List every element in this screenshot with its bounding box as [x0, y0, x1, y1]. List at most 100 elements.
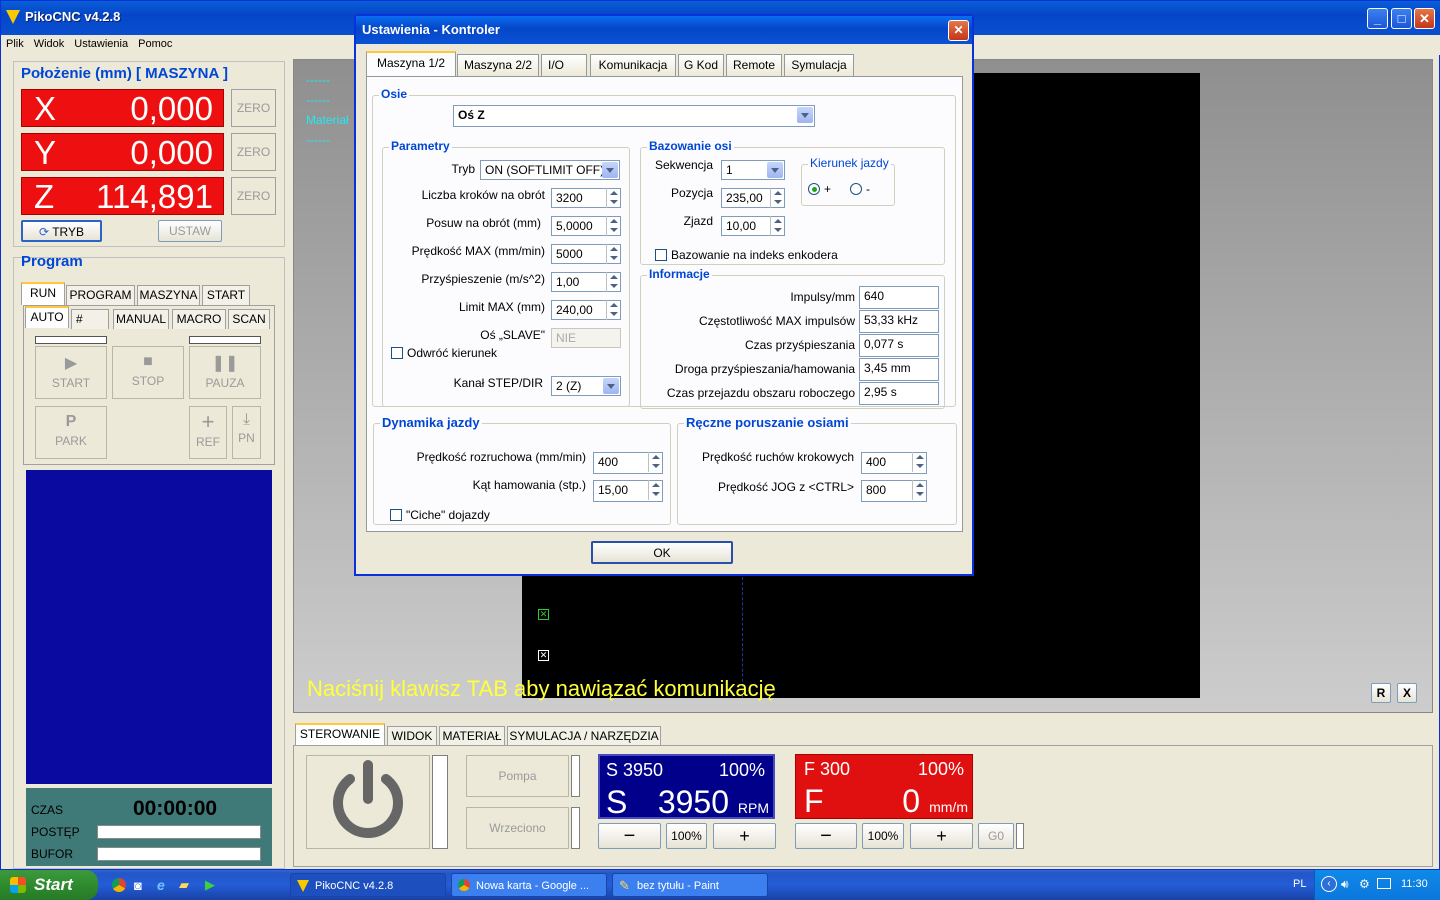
- subtab-hash[interactable]: #: [71, 309, 109, 329]
- ie-icon[interactable]: e: [157, 877, 165, 893]
- folder-icon[interactable]: ▰: [179, 877, 189, 893]
- start-speed-input[interactable]: 400: [593, 452, 663, 474]
- menu-pomoc[interactable]: Pomoc: [133, 35, 177, 53]
- close-button[interactable]: ✕: [1414, 8, 1435, 29]
- menu-widok[interactable]: Widok: [29, 35, 70, 53]
- dialog-close-button[interactable]: ✕: [948, 20, 969, 41]
- minimize-button[interactable]: _: [1367, 8, 1388, 29]
- channel-select[interactable]: 2 (Z): [551, 376, 621, 396]
- spindle-minus-button[interactable]: −: [598, 823, 661, 849]
- encoder-checkbox[interactable]: [655, 249, 667, 261]
- accel-input[interactable]: 1,00: [551, 272, 621, 292]
- subtab-auto[interactable]: AUTO: [25, 306, 69, 328]
- tray-expand-icon[interactable]: ‹: [1321, 876, 1337, 892]
- axis-select[interactable]: Oś Z: [453, 105, 815, 127]
- zero-z-button[interactable]: ZERO: [231, 177, 276, 215]
- ref-button[interactable]: + REF: [189, 406, 227, 459]
- tab-run[interactable]: RUN: [21, 282, 65, 305]
- spindle-100-button[interactable]: 100%: [666, 823, 707, 849]
- network-icon[interactable]: ⚙︎: [1359, 877, 1370, 891]
- pause-button[interactable]: ❚❚ PAUZA: [189, 346, 261, 399]
- ok-button[interactable]: OK: [591, 541, 733, 564]
- start-button[interactable]: Start: [0, 870, 98, 900]
- spin-arrows-icon[interactable]: [606, 272, 620, 292]
- dtab-maszyna-2[interactable]: Maszyna 2/2: [457, 54, 539, 76]
- subtab-macro[interactable]: MACRO: [172, 309, 226, 329]
- jog-input[interactable]: 800: [861, 480, 927, 502]
- slave-select[interactable]: NIE: [551, 328, 621, 348]
- set-button[interactable]: USTAW: [158, 220, 222, 242]
- step-speed-input[interactable]: 400: [861, 452, 927, 474]
- monitor-icon[interactable]: [1377, 878, 1391, 889]
- steps-input[interactable]: 3200: [551, 188, 621, 208]
- feed-plus-button[interactable]: +: [910, 823, 973, 849]
- tryb-select[interactable]: ON (SOFTLIMIT OFF): [480, 160, 620, 180]
- dtab-komunikacja[interactable]: Komunikacja: [590, 54, 676, 76]
- tab-start[interactable]: START: [202, 285, 250, 305]
- subtab-manual[interactable]: MANUAL: [113, 309, 169, 329]
- taskbar-item-pikocnc[interactable]: PikoCNC v4.2.8: [290, 873, 446, 897]
- dtab-maszyna-1[interactable]: Maszyna 1/2: [366, 51, 456, 77]
- sequence-select[interactable]: 1: [721, 160, 785, 180]
- stop-button[interactable]: ■ STOP: [112, 346, 184, 399]
- language-indicator[interactable]: PL: [1293, 878, 1306, 890]
- spin-arrows-icon[interactable]: [770, 188, 784, 208]
- dtab-remote[interactable]: Remote: [726, 54, 782, 76]
- direction-minus-radio[interactable]: [850, 183, 862, 195]
- direction-plus-radio[interactable]: [808, 183, 820, 195]
- g0-button[interactable]: G0: [978, 823, 1014, 849]
- brake-angle-input[interactable]: 15,00: [593, 480, 663, 502]
- park-button[interactable]: P PARK: [35, 406, 107, 459]
- feed-rev-input[interactable]: 5,0000: [551, 216, 621, 236]
- pump-button[interactable]: Pompa: [466, 755, 569, 797]
- program-listing[interactable]: [26, 470, 272, 784]
- taskbar-item-chrome[interactable]: Nowa karta - Google ...: [451, 873, 607, 897]
- quiet-checkbox[interactable]: [390, 509, 402, 521]
- volume-icon[interactable]: 🔊︎: [1341, 877, 1349, 892]
- spin-arrows-icon[interactable]: [606, 244, 620, 264]
- desktop-icon[interactable]: ◙: [134, 878, 142, 893]
- menu-ustawienia[interactable]: Ustawienia: [69, 35, 133, 53]
- feed-100-button[interactable]: 100%: [862, 823, 904, 849]
- spin-arrows-icon[interactable]: [606, 216, 620, 236]
- zero-x-button[interactable]: ZERO: [231, 89, 276, 127]
- pn-button[interactable]: ⤓ PN: [232, 406, 261, 459]
- canvas-x-button[interactable]: X: [1397, 683, 1417, 703]
- invert-checkbox[interactable]: [391, 347, 403, 359]
- tab-widok[interactable]: WIDOK: [387, 726, 437, 746]
- maximize-button[interactable]: □: [1391, 8, 1412, 29]
- spin-arrows-icon[interactable]: [648, 480, 662, 500]
- start-button[interactable]: ▶ START: [35, 346, 107, 399]
- spindle-plus-button[interactable]: +: [713, 823, 776, 849]
- chrome-icon[interactable]: [112, 878, 126, 892]
- limit-input[interactable]: 240,00: [551, 300, 621, 320]
- spin-arrows-icon[interactable]: [606, 300, 620, 320]
- menu-plik[interactable]: Plik: [1, 35, 29, 53]
- mode-button[interactable]: ⟳ TRYB: [21, 220, 102, 242]
- power-button[interactable]: [306, 755, 430, 849]
- subtab-scan[interactable]: SCAN: [228, 309, 270, 329]
- max-speed-input[interactable]: 5000: [551, 244, 621, 264]
- tab-sterowanie[interactable]: STEROWANIE: [295, 723, 385, 746]
- tab-program[interactable]: PROGRAM: [66, 285, 135, 305]
- tab-symulacja[interactable]: SYMULACJA / NARZĘDZIA: [507, 726, 661, 746]
- spin-arrows-icon[interactable]: [770, 216, 784, 236]
- tab-material[interactable]: MATERIAŁ: [439, 726, 505, 746]
- exit-input[interactable]: 10,00: [721, 216, 785, 236]
- homing-position-input[interactable]: 235,00: [721, 188, 785, 208]
- clock[interactable]: 11:30: [1401, 878, 1428, 890]
- spindle-button[interactable]: Wrzeciono: [466, 807, 569, 849]
- dtab-gkod[interactable]: G Kod: [678, 54, 724, 76]
- spin-arrows-icon[interactable]: [648, 452, 662, 472]
- media-play-icon[interactable]: ▶: [205, 877, 215, 893]
- taskbar-item-paint[interactable]: ✎ bez tytułu - Paint: [612, 873, 768, 897]
- spin-arrows-icon[interactable]: [606, 188, 620, 208]
- zero-y-button[interactable]: ZERO: [231, 133, 276, 171]
- tab-maszyna[interactable]: MASZYNA: [137, 285, 200, 305]
- dtab-io[interactable]: I/O: [541, 54, 587, 76]
- dtab-symulacja[interactable]: Symulacja: [784, 54, 854, 76]
- feed-minus-button[interactable]: −: [795, 823, 857, 849]
- spin-arrows-icon[interactable]: [912, 480, 926, 500]
- canvas-r-button[interactable]: R: [1371, 683, 1391, 703]
- spin-arrows-icon[interactable]: [912, 452, 926, 472]
